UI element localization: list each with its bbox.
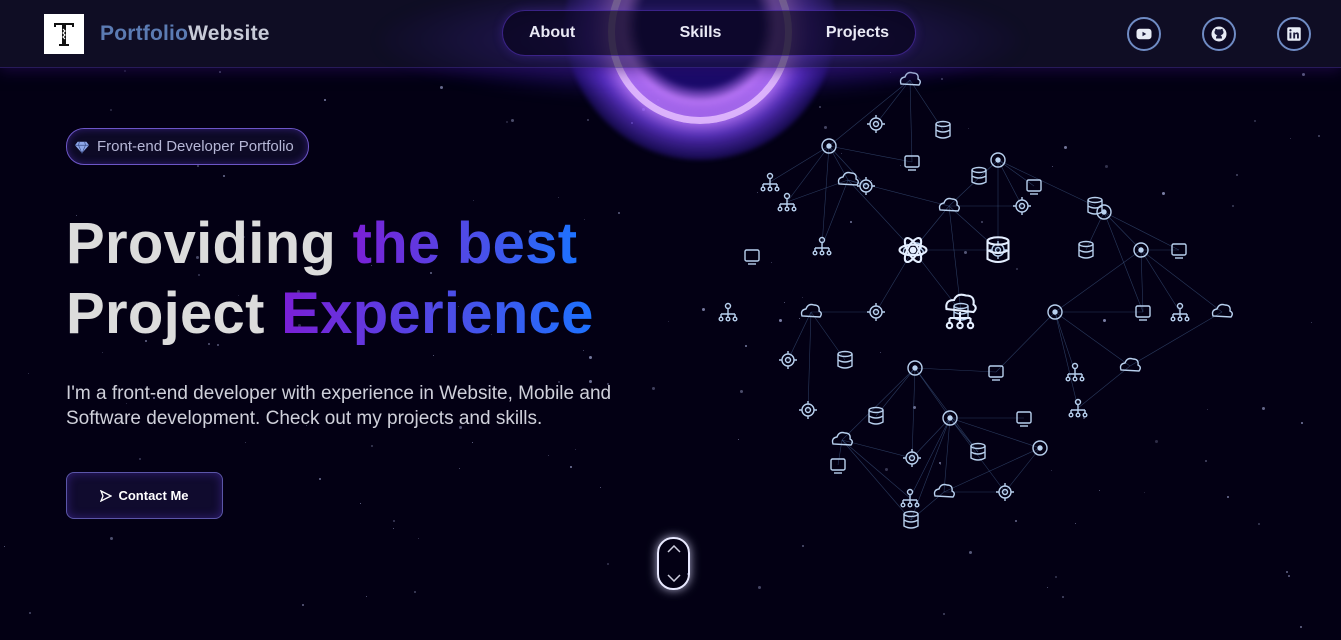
linkedin-icon: [1287, 27, 1301, 41]
nav-skills[interactable]: Skills: [680, 24, 722, 42]
navbar: PortfolioWebsite About Skills Projects: [0, 0, 1341, 68]
headline-line2-plain: Project: [66, 281, 282, 346]
youtube-link[interactable]: [1127, 17, 1161, 51]
t-logo-icon: [44, 14, 84, 54]
youtube-icon: [1136, 28, 1152, 40]
chevron-down-icon: [666, 574, 681, 582]
github-link[interactable]: [1202, 17, 1236, 51]
nav-about[interactable]: About: [529, 24, 575, 42]
headline-line2-gradient: Experience: [281, 281, 594, 346]
diamond-icon: [75, 141, 89, 154]
hero-headline: Providing the best Project Experience: [66, 209, 626, 349]
github-icon: [1211, 26, 1227, 42]
brand[interactable]: PortfolioWebsite: [44, 14, 270, 54]
hero-section: Front-end Developer Portfolio Providing …: [66, 128, 626, 519]
role-badge-text: Front-end Developer Portfolio: [97, 138, 294, 155]
scroll-down-indicator[interactable]: [657, 537, 690, 590]
linkedin-link[interactable]: [1277, 17, 1311, 51]
contact-me-button[interactable]: Contact Me: [66, 472, 223, 519]
role-badge: Front-end Developer Portfolio: [66, 128, 309, 165]
hero-subtitle: I'm a front-end developer with experienc…: [66, 383, 612, 429]
nav-projects[interactable]: Projects: [826, 24, 889, 42]
headline-line1-plain: Providing: [66, 211, 353, 276]
social-links: [1127, 17, 1311, 51]
main-nav: About Skills Projects: [502, 10, 916, 56]
send-icon: [100, 489, 113, 502]
tech-network-graphic: [700, 60, 1280, 540]
headline-line1-gradient: the best: [352, 211, 578, 276]
brand-name-part1: Portfolio: [100, 22, 189, 45]
brand-name-part2: Website: [188, 22, 270, 45]
contact-me-label: Contact Me: [118, 488, 189, 503]
brand-name: PortfolioWebsite: [100, 22, 270, 46]
chevron-up-icon: [666, 545, 681, 553]
